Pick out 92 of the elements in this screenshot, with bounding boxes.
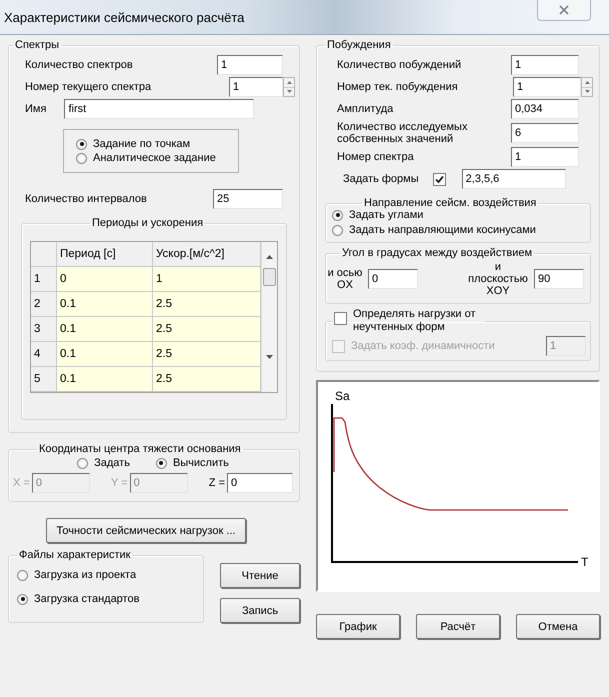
table-cell[interactable]: 2.5 [153, 342, 261, 367]
window-title: Характеристики сейсмического расчёта [4, 10, 244, 24]
spin-down-icon [584, 90, 590, 94]
field-label: Y = [111, 477, 128, 489]
field-label: и плоскостью XOY [467, 261, 529, 297]
input-field[interactable]: 0,034 [511, 99, 579, 119]
group-title: Направление сейсм. воздействия [364, 197, 536, 209]
checkbox[interactable] [334, 312, 347, 325]
radio-button[interactable] [17, 594, 28, 604]
axis-label: T [581, 555, 588, 569]
radio-button[interactable] [76, 138, 87, 150]
radio-button[interactable] [76, 152, 87, 164]
radio-label: Задание по точкам [93, 138, 190, 150]
axis-label: Sa [335, 389, 350, 403]
field-label: Задать формы [343, 173, 419, 185]
field-label: Имя [25, 103, 46, 115]
input-field[interactable]: 1 [229, 77, 283, 97]
group-title: Угол в градусах между воздействием [342, 247, 532, 259]
table-cell[interactable]: 1 [153, 267, 261, 292]
button[interactable]: Расчёт [416, 614, 500, 639]
field-label: X = [13, 477, 30, 489]
spinner-control[interactable] [283, 77, 295, 97]
input-field[interactable]: 0 [227, 473, 293, 493]
input-field[interactable]: first [64, 99, 254, 119]
group-title: Периоды и ускорения [92, 217, 204, 229]
spinner-control[interactable] [581, 77, 593, 97]
field-label: Z = [208, 477, 225, 489]
field-label: Количество спектров [25, 59, 133, 71]
field-label: Количество интервалов [25, 193, 147, 205]
column-header: Ускор.[м/с^2] [153, 242, 261, 267]
input-field[interactable]: 1 [513, 77, 581, 97]
field-label: Количество побуждений [337, 59, 462, 71]
field-label: Номер текущего спектра [25, 81, 152, 93]
radio-button[interactable] [156, 458, 167, 468]
field-label: Количество исследуемых собственных значений [337, 121, 468, 145]
input-field[interactable]: 1 [511, 147, 579, 167]
field-label: и осью OX [326, 267, 364, 291]
radio-button[interactable] [332, 224, 343, 236]
group-title: Координаты центра тяжести основания [39, 443, 241, 455]
radio-label: Вычислить [172, 457, 229, 469]
checkbox[interactable] [432, 172, 446, 186]
table-cell[interactable]: 2.5 [153, 317, 261, 342]
button[interactable]: Чтение [220, 563, 300, 588]
corner-header [31, 242, 57, 267]
scroll-thumb[interactable] [263, 268, 276, 286]
button[interactable]: Точности сейсмических нагрузок ... [46, 518, 246, 543]
scroll-down-icon[interactable] [266, 355, 273, 359]
input-field[interactable]: 25 [213, 189, 283, 209]
button[interactable]: График [316, 614, 400, 639]
spin-up-icon [286, 80, 292, 84]
radio-label: Загрузка из проекта [34, 569, 136, 581]
row-number: 2 [31, 292, 57, 317]
field-label: Номер тек. побуждения [337, 81, 459, 93]
radio-label: Задать [94, 457, 130, 469]
group-title: Спектры [15, 39, 60, 51]
field-label: Номер спектра [337, 151, 415, 163]
close-icon[interactable] [559, 5, 569, 15]
spin-down-icon [286, 90, 292, 94]
row-number: 3 [31, 317, 57, 342]
table-cell[interactable]: 0 [57, 267, 153, 292]
input-field[interactable]: 6 [511, 123, 579, 143]
table-cell[interactable]: 2.5 [153, 367, 261, 392]
button[interactable]: Запись [220, 598, 300, 623]
radio-label: Аналитическое задание [93, 152, 216, 164]
radio-label: Загрузка стандартов [34, 593, 140, 605]
radio-button[interactable] [332, 210, 343, 220]
field-label: Амплитуда [337, 103, 394, 115]
radio-button[interactable] [77, 458, 88, 468]
row-number: 5 [31, 367, 57, 392]
group-title: Побуждения [327, 39, 391, 51]
checkbox-label: Определять нагрузки от неучтенных форм [353, 308, 477, 334]
table-cell[interactable]: 0.1 [57, 292, 153, 317]
table-cell[interactable]: 2.5 [153, 292, 261, 317]
input-field[interactable]: 1 [511, 55, 579, 75]
spin-up-icon [584, 80, 590, 84]
table-cell[interactable]: 0.1 [57, 342, 153, 367]
scroll-up-icon[interactable] [266, 255, 273, 259]
input-field[interactable]: 1 [217, 55, 283, 75]
button[interactable]: Отмена [516, 614, 600, 639]
radio-button[interactable] [17, 570, 28, 580]
radio-label: Задать направляющими косинусами [349, 224, 536, 236]
radio-label: Задать углами [349, 209, 424, 221]
checkbox-label: Задать коэф. динамичности [351, 340, 495, 352]
row-number: 1 [31, 267, 57, 292]
row-number: 4 [31, 342, 57, 367]
group-title: Файлы характеристик [19, 549, 130, 561]
input-field[interactable]: 90 [534, 269, 584, 289]
input-field[interactable]: 0 [368, 269, 418, 289]
table-cell[interactable]: 0.1 [57, 317, 153, 342]
column-header: Период [с] [57, 242, 153, 267]
input-field[interactable]: 2,3,5,6 [462, 169, 566, 189]
table-cell[interactable]: 0.1 [57, 367, 153, 392]
